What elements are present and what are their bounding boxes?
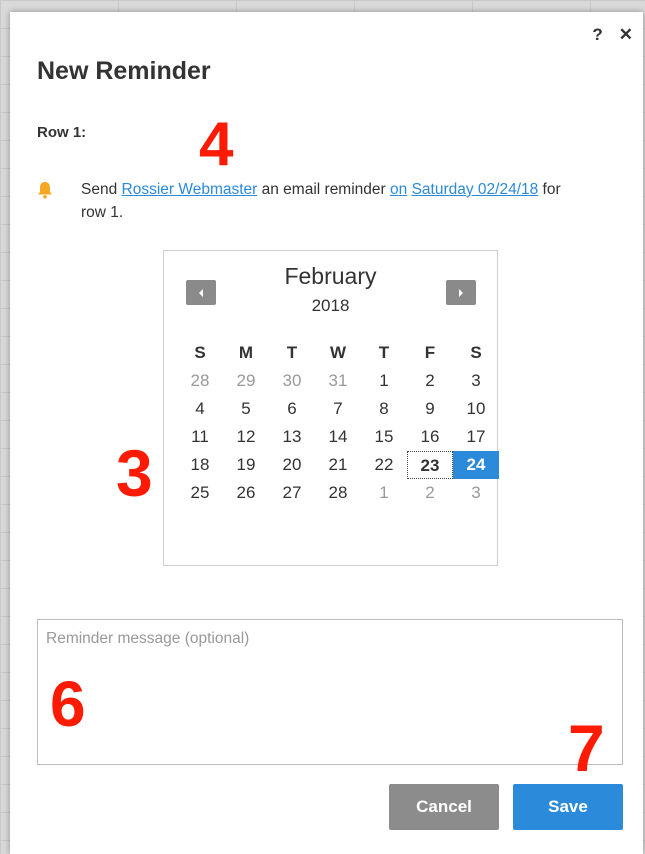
calendar-day[interactable]: 11: [177, 423, 223, 451]
calendar-week-row: 11 12 13 14 15 16 17: [177, 423, 499, 451]
calendar-day[interactable]: 16: [407, 423, 453, 451]
calendar-day[interactable]: 31: [315, 367, 361, 395]
recipient-link[interactable]: Rossier Webmaster: [122, 181, 258, 198]
reminder-message-box: [37, 619, 623, 765]
cancel-button[interactable]: Cancel: [389, 784, 499, 830]
calendar-day[interactable]: 1: [361, 479, 407, 507]
calendar-day[interactable]: 13: [269, 423, 315, 451]
calendar-week-row: 18 19 20 21 22 23 24: [177, 451, 499, 479]
calendar-day[interactable]: 10: [453, 395, 499, 423]
date-link[interactable]: Saturday 02/24/18: [412, 181, 539, 198]
calendar-week-row: 25 26 27 28 1 2 3: [177, 479, 499, 507]
calendar-day[interactable]: 15: [361, 423, 407, 451]
calendar-day[interactable]: 8: [361, 395, 407, 423]
calendar-day[interactable]: 18: [177, 451, 223, 479]
calendar-day[interactable]: 25: [177, 479, 223, 507]
calendar-day[interactable]: 2: [407, 367, 453, 395]
weekday-header: S: [470, 343, 482, 362]
row-label: Row 1:: [37, 124, 87, 141]
calendar-week-row: 4 5 6 7 8 9 10: [177, 395, 499, 423]
calendar-day[interactable]: 3: [453, 367, 499, 395]
calendar-day-selected[interactable]: 24: [453, 451, 499, 479]
calendar-day[interactable]: 30: [269, 367, 315, 395]
calendar-day[interactable]: 21: [315, 451, 361, 479]
new-reminder-dialog: ? ✕ New Reminder Row 1: Send Rossier Web…: [10, 12, 643, 854]
reminder-message-input[interactable]: [38, 620, 622, 764]
calendar-day[interactable]: 27: [269, 479, 315, 507]
reminder-sentence-text: Send Rossier Webmaster an email reminder…: [81, 178, 581, 224]
question-icon[interactable]: ?: [592, 26, 602, 43]
sentence-part-1: Send: [81, 181, 122, 198]
weekday-header: T: [286, 343, 298, 362]
close-icon[interactable]: ✕: [619, 26, 633, 43]
calendar-day[interactable]: 20: [269, 451, 315, 479]
calendar-day[interactable]: 4: [177, 395, 223, 423]
calendar-day[interactable]: 17: [453, 423, 499, 451]
calendar-day[interactable]: 28: [177, 367, 223, 395]
calendar-day[interactable]: 19: [223, 451, 269, 479]
save-button[interactable]: Save: [513, 784, 623, 830]
calendar-day[interactable]: 14: [315, 423, 361, 451]
annotation-4: 4: [199, 110, 234, 179]
bell-icon: [38, 182, 52, 199]
annotation-7: 7: [568, 711, 605, 785]
calendar-grid: S M T W T F S 28 29 30 31 1 2 3 4 5 6 7 8 9 10 11 12 13 14 15 16 17…: [177, 339, 499, 507]
calendar-day[interactable]: 29: [223, 367, 269, 395]
calendar-day[interactable]: 9: [407, 395, 453, 423]
annotation-3: 3: [116, 436, 153, 510]
sentence-part-2: an email reminder: [257, 181, 390, 198]
calendar-year: 2018: [311, 296, 350, 315]
calendar-day[interactable]: 22: [361, 451, 407, 479]
calendar-month: February: [284, 263, 377, 289]
calendar-day[interactable]: 12: [223, 423, 269, 451]
calendar-day[interactable]: 2: [407, 479, 453, 507]
calendar-week-row: 28 29 30 31 1 2 3: [177, 367, 499, 395]
weekday-header: S: [194, 343, 206, 362]
calendar-day-today[interactable]: 23: [407, 451, 453, 479]
calendar-day[interactable]: 6: [269, 395, 315, 423]
calendar-day[interactable]: 26: [223, 479, 269, 507]
dialog-header-controls: ? ✕: [592, 26, 633, 43]
calendar-day[interactable]: 7: [315, 395, 361, 423]
calendar-day[interactable]: 28: [315, 479, 361, 507]
calendar-day[interactable]: 5: [223, 395, 269, 423]
timing-link[interactable]: on: [390, 181, 407, 198]
date-picker-calendar: February 2018 S M T W T F S 28 29 30 31 1 2 3 4 5 6 7 8 9 10…: [163, 250, 499, 566]
annotation-6: 6: [50, 668, 86, 740]
calendar-day[interactable]: 3: [453, 479, 499, 507]
weekday-header: T: [378, 343, 390, 362]
weekday-header-row: SMTWTFS: [177, 339, 499, 367]
weekday-header: W: [329, 343, 347, 362]
dialog-title: New Reminder: [37, 57, 211, 85]
weekday-header: M: [238, 343, 254, 362]
calendar-day[interactable]: 1: [361, 367, 407, 395]
weekday-header: F: [424, 343, 436, 362]
